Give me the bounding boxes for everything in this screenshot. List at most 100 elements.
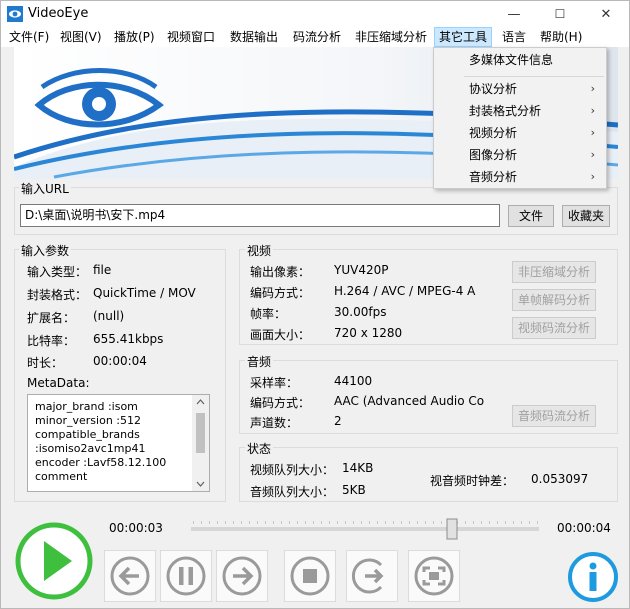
scrollbar-arrows-icon — [196, 399, 205, 487]
dropdown-item-video-analysis[interactable]: 视频分析 › — [435, 122, 605, 144]
step-frame-button[interactable] — [346, 550, 398, 602]
param-value: (null) — [93, 309, 125, 323]
play-button[interactable] — [14, 521, 94, 601]
video-queue-value: 14KB — [342, 461, 374, 475]
dropdown-item-label: 多媒体文件信息 — [469, 53, 554, 67]
next-button[interactable] — [216, 550, 268, 602]
video-label: 帧率： — [250, 307, 287, 321]
seek-slider[interactable] — [189, 518, 541, 540]
audio-group-label: 音频 — [245, 353, 274, 370]
menu-view[interactable]: 视图(V) — [56, 27, 106, 47]
dropdown-item-audio-analysis[interactable]: 音频分析 › — [435, 166, 605, 188]
menu-bar: 文件(F) 视图(V) 播放(P) 视频窗口 数据输出 码流分析 非压缩域分析 … — [1, 27, 629, 47]
dropdown-separator — [464, 76, 604, 77]
audio-value: AAC (Advanced Audio Co — [334, 394, 485, 408]
param-value: 655.41kbps — [93, 332, 164, 346]
param-value: file — [93, 263, 112, 277]
menu-uncompressed-analysis[interactable]: 非压缩域分析 — [351, 27, 431, 47]
metadata-line: :isomiso2avc1mp41 — [35, 442, 146, 455]
audio-label: 采样率： — [250, 376, 299, 390]
param-label: 封装格式： — [27, 288, 88, 302]
dropdown-item-label: 音频分析 — [469, 170, 518, 184]
menu-file[interactable]: 文件(F) — [5, 27, 53, 47]
menu-language[interactable]: 语言 — [498, 27, 530, 47]
audio-label: 编码方式： — [250, 396, 311, 410]
param-label: 扩展名： — [27, 311, 76, 325]
pause-icon — [166, 556, 206, 596]
fullscreen-icon — [414, 556, 454, 596]
file-button[interactable]: 文件 — [508, 205, 554, 227]
audio-queue-value: 5KB — [342, 483, 366, 497]
menu-stream-analysis[interactable]: 码流分析 — [289, 27, 345, 47]
uncompressed-analysis-button[interactable]: 非压缩域分析 — [512, 261, 596, 283]
video-value: H.264 / AVC / MPEG-4 A — [334, 284, 476, 298]
minimize-button[interactable]: — — [491, 1, 537, 27]
stop-button[interactable] — [284, 550, 336, 602]
metadata-line: encoder :Lavf58.12.100 — [35, 456, 167, 469]
av-diff-value: 0.053097 — [531, 472, 589, 486]
fullscreen-button[interactable] — [408, 550, 460, 602]
menu-video-window[interactable]: 视频窗口 — [163, 27, 219, 47]
chevron-right-icon: › — [590, 170, 595, 183]
menu-play[interactable]: 播放(P) — [110, 27, 159, 47]
seek-thumb[interactable] — [446, 518, 458, 540]
dropdown-item-image-analysis[interactable]: 图像分析 › — [435, 144, 605, 166]
dropdown-item-label: 协议分析 — [469, 82, 518, 96]
dropdown-item-protocol-analysis[interactable]: 协议分析 › — [435, 78, 605, 100]
video-queue-label: 视频队列大小： — [250, 463, 335, 477]
app-logo-icon — [7, 6, 23, 22]
video-value: 30.00fps — [334, 305, 387, 319]
audio-value: 2 — [334, 414, 342, 428]
video-label: 画面大小： — [250, 328, 311, 342]
arrow-left-icon — [110, 556, 150, 596]
chevron-right-icon: › — [590, 148, 595, 161]
stop-icon — [290, 556, 330, 596]
app-window: VideoEye — ☐ ✕ 文件(F) 视图(V) 播放(P) 视频窗口 数据… — [0, 0, 630, 609]
info-button[interactable] — [567, 551, 619, 603]
menu-help[interactable]: 帮助(H) — [536, 27, 586, 47]
audio-queue-label: 音频队列大小： — [250, 485, 335, 499]
video-label: 输出像素： — [250, 265, 311, 279]
step-frame-icon — [351, 558, 384, 594]
metadata-line: comment — [35, 470, 88, 483]
previous-button[interactable] — [104, 550, 156, 602]
window-title: VideoEye — [28, 6, 89, 21]
url-group-label: 输入URL — [19, 180, 71, 197]
video-stream-analysis-button[interactable]: 视频码流分析 — [512, 317, 596, 339]
dropdown-item-container-analysis[interactable]: 封装格式分析 › — [435, 100, 605, 122]
params-group-label: 输入参数 — [19, 242, 72, 259]
video-label: 编码方式： — [250, 286, 311, 300]
param-label: 比特率： — [27, 334, 76, 348]
dropdown-item-label: 封装格式分析 — [469, 104, 542, 118]
metadata-line: major_brand :isom — [35, 400, 138, 413]
other-tools-dropdown: 多媒体文件信息 协议分析 › 封装格式分析 › 视频分析 › 图像分析 › 音频… — [433, 47, 607, 189]
url-input[interactable]: D:\桌面\说明书\安下.mp4 — [20, 204, 500, 227]
metadata-scrollbar[interactable] — [192, 395, 209, 491]
metadata-line: compatible_brands — [35, 428, 140, 441]
dropdown-item-media-info[interactable]: 多媒体文件信息 — [435, 49, 605, 71]
frame-decode-analysis-button[interactable]: 单帧解码分析 — [512, 289, 596, 311]
current-time: 00:00:03 — [109, 521, 163, 535]
maximize-button[interactable]: ☐ — [537, 1, 583, 27]
chevron-right-icon: › — [590, 126, 595, 139]
play-icon — [15, 522, 93, 600]
metadata-label: MetaData: — [27, 376, 90, 390]
param-label: 输入类型： — [27, 265, 88, 279]
av-diff-label: 视音频时钟差： — [430, 474, 515, 488]
close-button[interactable]: ✕ — [583, 1, 629, 27]
menu-data-output[interactable]: 数据输出 — [226, 27, 282, 47]
pause-button[interactable] — [160, 550, 212, 602]
video-group-label: 视频 — [245, 242, 274, 259]
audio-stream-analysis-button[interactable]: 音频码流分析 — [512, 405, 596, 427]
favorites-button[interactable]: 收藏夹 — [562, 205, 610, 227]
metadata-textbox[interactable]: major_brand :isom minor_version :512 com… — [27, 394, 210, 492]
menu-other-tools[interactable]: 其它工具 — [434, 27, 493, 47]
seek-track — [191, 518, 539, 540]
chevron-right-icon: › — [590, 104, 595, 117]
param-value: 00:00:04 — [93, 354, 147, 368]
chevron-right-icon: › — [590, 82, 595, 95]
dropdown-item-label: 图像分析 — [469, 148, 518, 162]
video-value: 720 x 1280 — [334, 326, 403, 340]
param-label: 时长： — [27, 356, 64, 370]
video-value: YUV420P — [334, 263, 389, 277]
